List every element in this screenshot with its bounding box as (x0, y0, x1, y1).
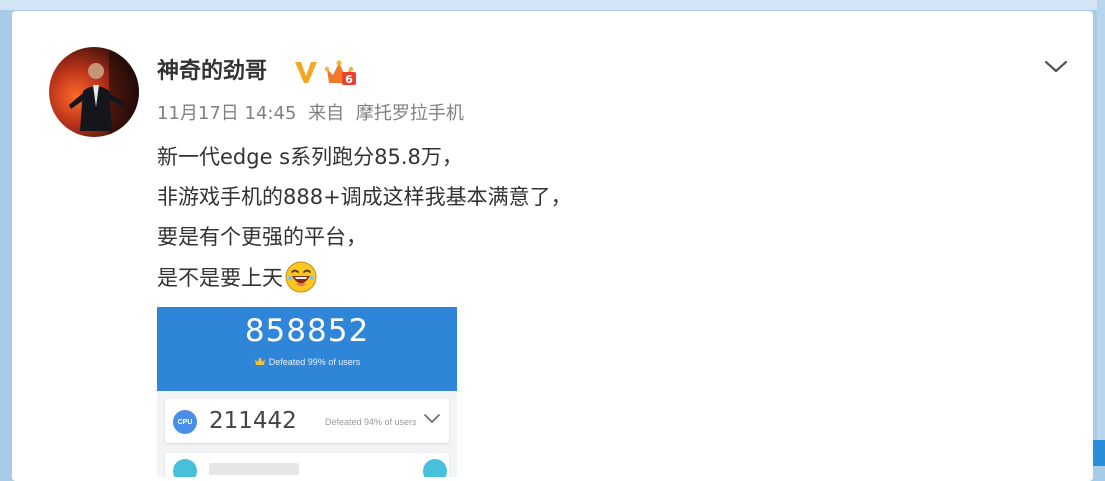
cpu-score-card[interactable]: CPU 211442 Defeated 94% of users (165, 399, 449, 443)
post-text-line-3: 要是有个更强的平台， (157, 225, 367, 249)
weibo-post-card: 神奇的劲哥 6 11月17日 14:45 来自 摩托罗拉手机 新一代edge s… (12, 11, 1093, 481)
crown-icon (254, 357, 265, 365)
vip-level: 6 (345, 73, 353, 86)
avatar-image (49, 47, 139, 137)
post-source[interactable]: 摩托罗拉手机 (356, 103, 464, 124)
post-text-line-4: 是不是要上天 (157, 266, 283, 290)
vip-crown-icon[interactable]: 6 (324, 59, 358, 87)
total-score: 858852 (244, 313, 370, 349)
cpu-icon: CPU (173, 410, 197, 434)
cpu-score: 211442 (209, 408, 297, 434)
chevron-down-icon (1044, 60, 1068, 73)
gpu-score-card[interactable] (165, 453, 449, 477)
chevron-down-icon[interactable] (423, 413, 441, 425)
benchmark-header: 858852 Defeated 99% of users (157, 307, 457, 391)
expand-icon (423, 459, 447, 477)
username[interactable]: 神奇的劲哥 (157, 57, 267, 87)
post-date[interactable]: 11月17日 14:45 (157, 103, 296, 124)
cpu-defeated: Defeated 94% of users (325, 417, 417, 427)
page-background-top (0, 0, 1105, 10)
post-meta: 11月17日 14:45 来自 摩托罗拉手机 (157, 101, 470, 127)
total-defeated-row: Defeated 99% of users (157, 355, 457, 369)
post-menu-button[interactable] (1032, 47, 1080, 87)
post-image-benchmark[interactable]: 858852 Defeated 99% of users CPU 211442 … (157, 307, 457, 477)
source-prefix: 来自 (308, 103, 345, 124)
post-text-line-4-wrap: 是不是要上天 (157, 261, 317, 293)
scrollbar-track[interactable] (1097, 0, 1105, 466)
total-defeated: Defeated 99% of users (268, 357, 361, 367)
verified-v-icon[interactable] (294, 59, 318, 85)
post-text-line-1: 新一代edge s系列跑分85.8万， (157, 145, 463, 169)
gpu-score-placeholder (209, 463, 299, 475)
post-text-line-2: 非游戏手机的888+调成这样我基本满意了， (157, 185, 572, 209)
laughing-emoji-icon (285, 261, 317, 293)
gpu-icon (173, 459, 197, 477)
avatar[interactable] (49, 47, 139, 137)
